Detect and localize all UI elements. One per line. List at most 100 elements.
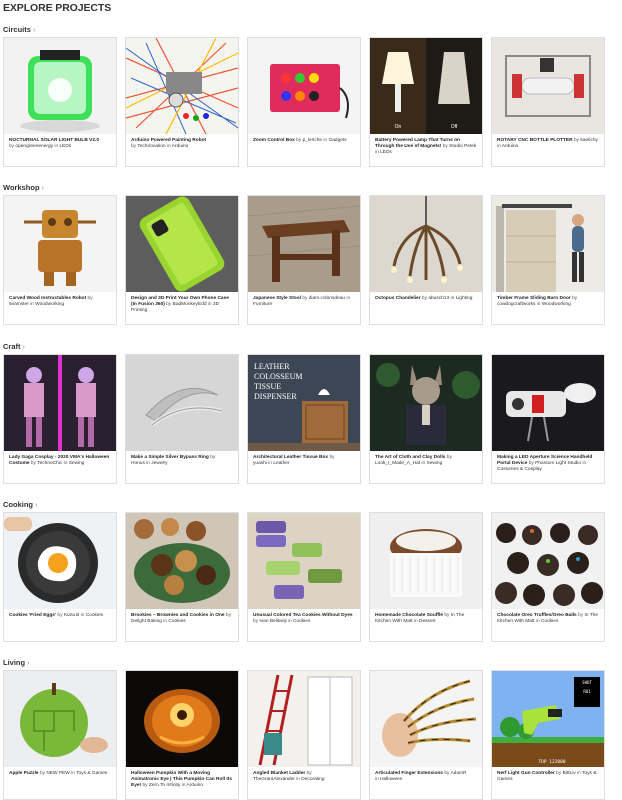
project-category[interactable]: Dessert — [419, 619, 436, 624]
project-thumbnail[interactable] — [492, 196, 604, 292]
project-thumbnail[interactable] — [248, 671, 360, 767]
project-author[interactable]: diam.colonsdeau — [309, 296, 345, 301]
project-title[interactable]: Zoom Control Box — [253, 138, 295, 143]
project-title[interactable]: Timber Frame Sliding Barn Door — [497, 296, 571, 301]
project-title[interactable]: Nerf Light Gun Controller — [497, 771, 555, 776]
project-card[interactable]: Design and 3D Print Your Own Phone Case … — [125, 195, 239, 325]
project-author[interactable]: yuashi — [253, 461, 267, 466]
project-title[interactable]: Articulated Finger Extensions — [375, 771, 443, 776]
project-author[interactable]: BittLiv — [563, 771, 576, 776]
project-card[interactable]: NOCTURNAL SOLAR LIGHT BULB V2.0 by openg… — [3, 37, 117, 167]
project-card[interactable]: Apple Puzzle by NEW PEW in Toys & Games — [3, 670, 117, 800]
project-title[interactable]: Japanese Style Stool — [253, 296, 301, 301]
project-title[interactable]: Cookies 'Fried Eggs' — [9, 613, 56, 618]
project-author[interactable]: Honus — [131, 461, 145, 466]
project-category[interactable]: Sewing — [69, 461, 85, 466]
project-title[interactable]: The Art of Cloth and Clay Dolls — [375, 455, 445, 460]
project-author[interactable]: BadMonkeyEdd — [173, 302, 207, 307]
project-author[interactable]: opengreenenergy — [15, 144, 53, 149]
project-category[interactable]: LEDs — [59, 144, 71, 149]
project-card[interactable]: Unusual Colored Tea Cookies Without Dyes… — [247, 512, 361, 642]
project-thumbnail[interactable] — [248, 196, 360, 292]
project-thumbnail[interactable] — [370, 671, 482, 767]
project-card[interactable]: Zoom Control Box by p_leriche in Gadgets — [247, 37, 361, 167]
project-card[interactable]: Cookies 'Fried Eggs' by Kuza.B in Cookie… — [3, 512, 117, 642]
project-author[interactable]: kaetichy — [580, 138, 598, 143]
project-category[interactable]: Lighting — [456, 296, 473, 301]
project-card[interactable]: Halloween Pumpkin With a Moving Animatro… — [125, 670, 239, 800]
project-title[interactable]: Carved Wood Instructables Robot — [9, 296, 86, 301]
project-category[interactable]: Jewelry — [151, 461, 167, 466]
section-link-craft[interactable]: Craft › — [3, 342, 25, 351]
project-author[interactable]: TheGrantAlexander — [253, 777, 295, 782]
project-category[interactable]: Woodworking — [35, 302, 64, 307]
project-author[interactable]: Look_I_Made_A_Hat — [375, 461, 420, 466]
project-category[interactable]: Leather — [273, 461, 289, 466]
project-category[interactable]: Arduino — [172, 144, 189, 149]
project-card[interactable]: Octopus Chandelier by abusch13 in Lighti… — [369, 195, 483, 325]
project-category[interactable]: Halloween — [380, 777, 402, 782]
project-category[interactable]: Cookies — [541, 619, 558, 624]
project-author[interactable]: AdamR — [450, 771, 466, 776]
project-card[interactable]: Lady Gaga Cosplay - 2020 VMA's Halloween… — [3, 354, 117, 484]
project-thumbnail[interactable] — [370, 355, 482, 451]
project-card[interactable]: Making a LED Aperture Science Handheld P… — [491, 354, 605, 484]
project-card[interactable]: Angled Blanket Ladder by TheGrantAlexand… — [247, 670, 361, 800]
project-author[interactable]: seamster — [9, 302, 29, 307]
project-author[interactable]: Zero To Infinity — [149, 783, 180, 788]
project-title[interactable]: Battery Powered Lamp That Turns on Throu… — [375, 138, 460, 149]
project-category[interactable]: Costumes & Cosplay — [497, 467, 542, 472]
project-category[interactable]: Decorating — [301, 777, 324, 782]
project-author[interactable]: Technovation — [137, 144, 165, 149]
project-title[interactable]: Apple Puzzle — [9, 771, 39, 776]
project-author[interactable]: cowdogcraftworks — [497, 302, 535, 307]
project-card[interactable]: Homemade Chocolate Soufflé by In The Kit… — [369, 512, 483, 642]
project-thumbnail[interactable] — [370, 513, 482, 609]
project-card[interactable]: Arduino Powered Painting Robot by Techno… — [125, 37, 239, 167]
project-card[interactable]: Carved Wood Instructables Robot by seams… — [3, 195, 117, 325]
project-card[interactable]: LEATHER COLOSSEUM TISSUE DISPENSER Archi… — [247, 354, 361, 484]
project-card[interactable]: Articulated Finger Extensions by AdamR i… — [369, 670, 483, 800]
project-thumbnail[interactable] — [126, 196, 238, 292]
project-title[interactable]: Architectural Leather Tissue Box — [253, 455, 328, 460]
project-author[interactable]: p_leriche — [303, 138, 322, 143]
project-thumbnail[interactable] — [370, 196, 482, 292]
project-card[interactable]: The Art of Cloth and Clay Dolls by Look_… — [369, 354, 483, 484]
project-author[interactable]: Delight Baking — [131, 619, 162, 624]
project-thumbnail[interactable] — [4, 38, 116, 134]
section-link-workshop[interactable]: Workshop › — [3, 183, 44, 192]
project-thumbnail[interactable] — [4, 513, 116, 609]
project-thumbnail[interactable] — [492, 38, 604, 134]
project-category[interactable]: Sewing — [427, 461, 443, 466]
project-thumbnail[interactable]: SHOT R01 TOP 122000 — [492, 671, 604, 767]
project-thumbnail[interactable] — [126, 671, 238, 767]
project-category[interactable]: Gadgets — [329, 138, 347, 143]
project-title[interactable]: Chocolate Oreo Truffles/Oreo Balls — [497, 613, 577, 618]
project-category[interactable]: Cookies — [86, 613, 103, 618]
project-thumbnail[interactable]: On Off — [370, 38, 482, 134]
project-category[interactable]: Cookies — [293, 619, 310, 624]
section-link-circuits[interactable]: Circuits › — [3, 25, 35, 34]
project-thumbnail[interactable] — [492, 355, 604, 451]
project-category[interactable]: Furniture — [253, 302, 272, 307]
project-category[interactable]: Toys & Games — [76, 771, 107, 776]
project-title[interactable]: Unusual Colored Tea Cookies Without Dyes — [253, 613, 353, 618]
project-author[interactable]: Phantom Light Studio — [535, 461, 581, 466]
project-category[interactable]: Woodworking — [542, 302, 571, 307]
project-thumbnail[interactable] — [4, 196, 116, 292]
project-author[interactable]: Ivan Belitanji — [259, 619, 286, 624]
project-thumbnail[interactable] — [4, 671, 116, 767]
project-thumbnail[interactable]: LEATHER COLOSSEUM TISSUE DISPENSER — [248, 355, 360, 451]
project-thumbnail[interactable] — [4, 355, 116, 451]
project-title[interactable]: Homemade Chocolate Soufflé — [375, 613, 443, 618]
project-card[interactable]: Japanese Style Stool by diam.colonsdeau … — [247, 195, 361, 325]
project-title[interactable]: Brookies – Brownies and Cookies in One — [131, 613, 225, 618]
project-thumbnail[interactable] — [248, 38, 360, 134]
project-author[interactable]: Studio Petek — [449, 144, 476, 149]
project-title[interactable]: Angled Blanket Ladder — [253, 771, 305, 776]
section-link-living[interactable]: Living › — [3, 658, 29, 667]
project-thumbnail[interactable] — [126, 513, 238, 609]
project-thumbnail[interactable] — [126, 355, 238, 451]
section-link-cooking[interactable]: Cooking › — [3, 500, 37, 509]
project-author[interactable]: NEW PEW — [46, 771, 69, 776]
